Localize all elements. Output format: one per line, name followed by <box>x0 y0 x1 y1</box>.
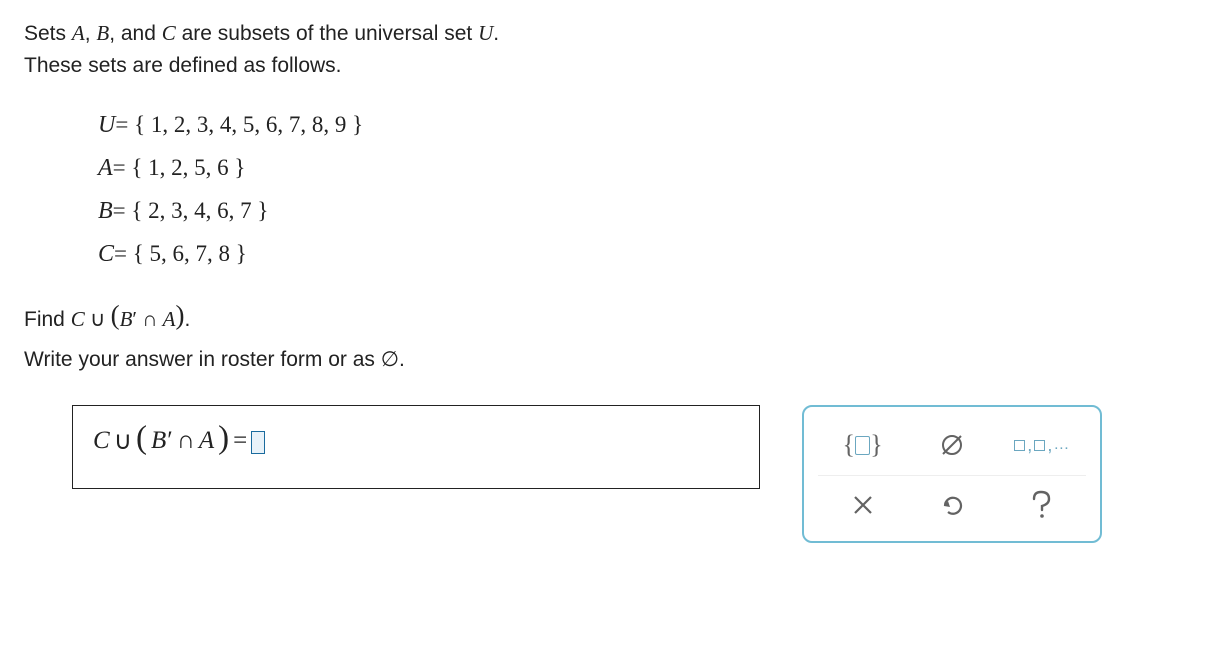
value-B: = { 2, 3, 4, 6, 7 } <box>113 198 269 223</box>
question-find: Find C ∪ (B′ ∩ A). <box>24 297 1204 339</box>
sym-intersect: ∩ <box>137 307 163 331</box>
sym-C: C <box>93 427 110 455</box>
set-B: B <box>96 21 109 45</box>
value-U: = { 1, 2, 3, 4, 5, 6, 7, 8, 9 } <box>115 112 363 137</box>
text: . <box>185 308 191 331</box>
placeholder-icon <box>1014 440 1025 451</box>
def-U: U= { 1, 2, 3, 4, 5, 6, 7, 8, 9 } <box>98 104 1204 147</box>
sym-B: B <box>151 427 166 455</box>
undo-button[interactable] <box>912 484 992 526</box>
help-button[interactable] <box>1001 484 1081 526</box>
set-U: U <box>478 21 493 45</box>
def-C: C= { 5, 6, 7, 8 } <box>98 233 1204 276</box>
question-mark-icon <box>1029 490 1053 520</box>
set-braces-button[interactable]: { } <box>823 424 903 466</box>
paren-left: ( <box>111 300 120 330</box>
sym-prime: ′ <box>167 427 172 455</box>
sym-equals: = <box>233 427 247 455</box>
text: . <box>493 22 499 45</box>
value-C: = { 5, 6, 7, 8 } <box>114 241 247 266</box>
placeholder-icon <box>855 436 870 455</box>
text: , <box>85 22 97 45</box>
label-U: U <box>98 112 115 138</box>
empty-set-icon <box>938 431 966 459</box>
problem-statement: Sets A, B, and C are subsets of the univ… <box>24 18 1204 82</box>
sym-A: A <box>199 427 214 455</box>
set-C: C <box>162 21 176 45</box>
brace-right-icon: } <box>870 430 882 460</box>
answer-expression: C ∪ ( B ′ ∩ A ) = <box>93 422 265 459</box>
clear-button[interactable] <box>823 484 903 526</box>
keypad-row-1: { } ,,… <box>818 419 1086 471</box>
paren-right: ) <box>218 420 229 457</box>
sym-C: C <box>71 307 85 331</box>
def-B: B= { 2, 3, 4, 6, 7 } <box>98 190 1204 233</box>
question-instruction: Write your answer in roster form or as ∅… <box>24 344 1204 377</box>
answer-input-slot[interactable] <box>251 431 265 454</box>
text: , and <box>109 22 162 45</box>
value-A: = { 1, 2, 5, 6 } <box>113 155 246 180</box>
keypad-row-2 <box>818 475 1086 527</box>
ellipsis-icon: … <box>1053 436 1069 454</box>
text: are subsets of the universal set <box>176 22 478 45</box>
label-A: A <box>98 155 113 181</box>
label-C: C <box>98 241 114 267</box>
text: Find <box>24 308 71 331</box>
undo-icon <box>939 492 965 518</box>
label-B: B <box>98 198 113 224</box>
roster-list-button[interactable]: ,,… <box>1001 424 1081 466</box>
prompt-line-1: Sets A, B, and C are subsets of the univ… <box>24 18 1204 49</box>
def-A: A= { 1, 2, 5, 6 } <box>98 147 1204 190</box>
empty-set-button[interactable] <box>912 424 992 466</box>
brace-left-icon: { <box>843 430 855 460</box>
answer-row: C ∪ ( B ′ ∩ A ) = { } ,,… <box>24 405 1204 543</box>
math-keypad: { } ,,… <box>802 405 1102 543</box>
set-definitions: U= { 1, 2, 3, 4, 5, 6, 7, 8, 9 } A= { 1,… <box>98 104 1204 277</box>
answer-input-box[interactable]: C ∪ ( B ′ ∩ A ) = <box>72 405 760 489</box>
sym-union: ∪ <box>114 426 132 456</box>
sym-B: B <box>120 307 133 331</box>
close-icon <box>852 494 874 516</box>
sym-A: A <box>163 307 176 331</box>
paren-left: ( <box>136 420 147 457</box>
comma-icon: , <box>1047 435 1052 456</box>
text: Sets <box>24 22 72 45</box>
sym-union: ∪ <box>85 307 111 331</box>
set-A: A <box>72 21 85 45</box>
placeholder-icon <box>1034 440 1045 451</box>
paren-right: ) <box>176 300 185 330</box>
comma-icon: , <box>1027 435 1032 456</box>
sym-intersect: ∩ <box>177 427 195 455</box>
prompt-line-2: These sets are defined as follows. <box>24 51 1204 81</box>
